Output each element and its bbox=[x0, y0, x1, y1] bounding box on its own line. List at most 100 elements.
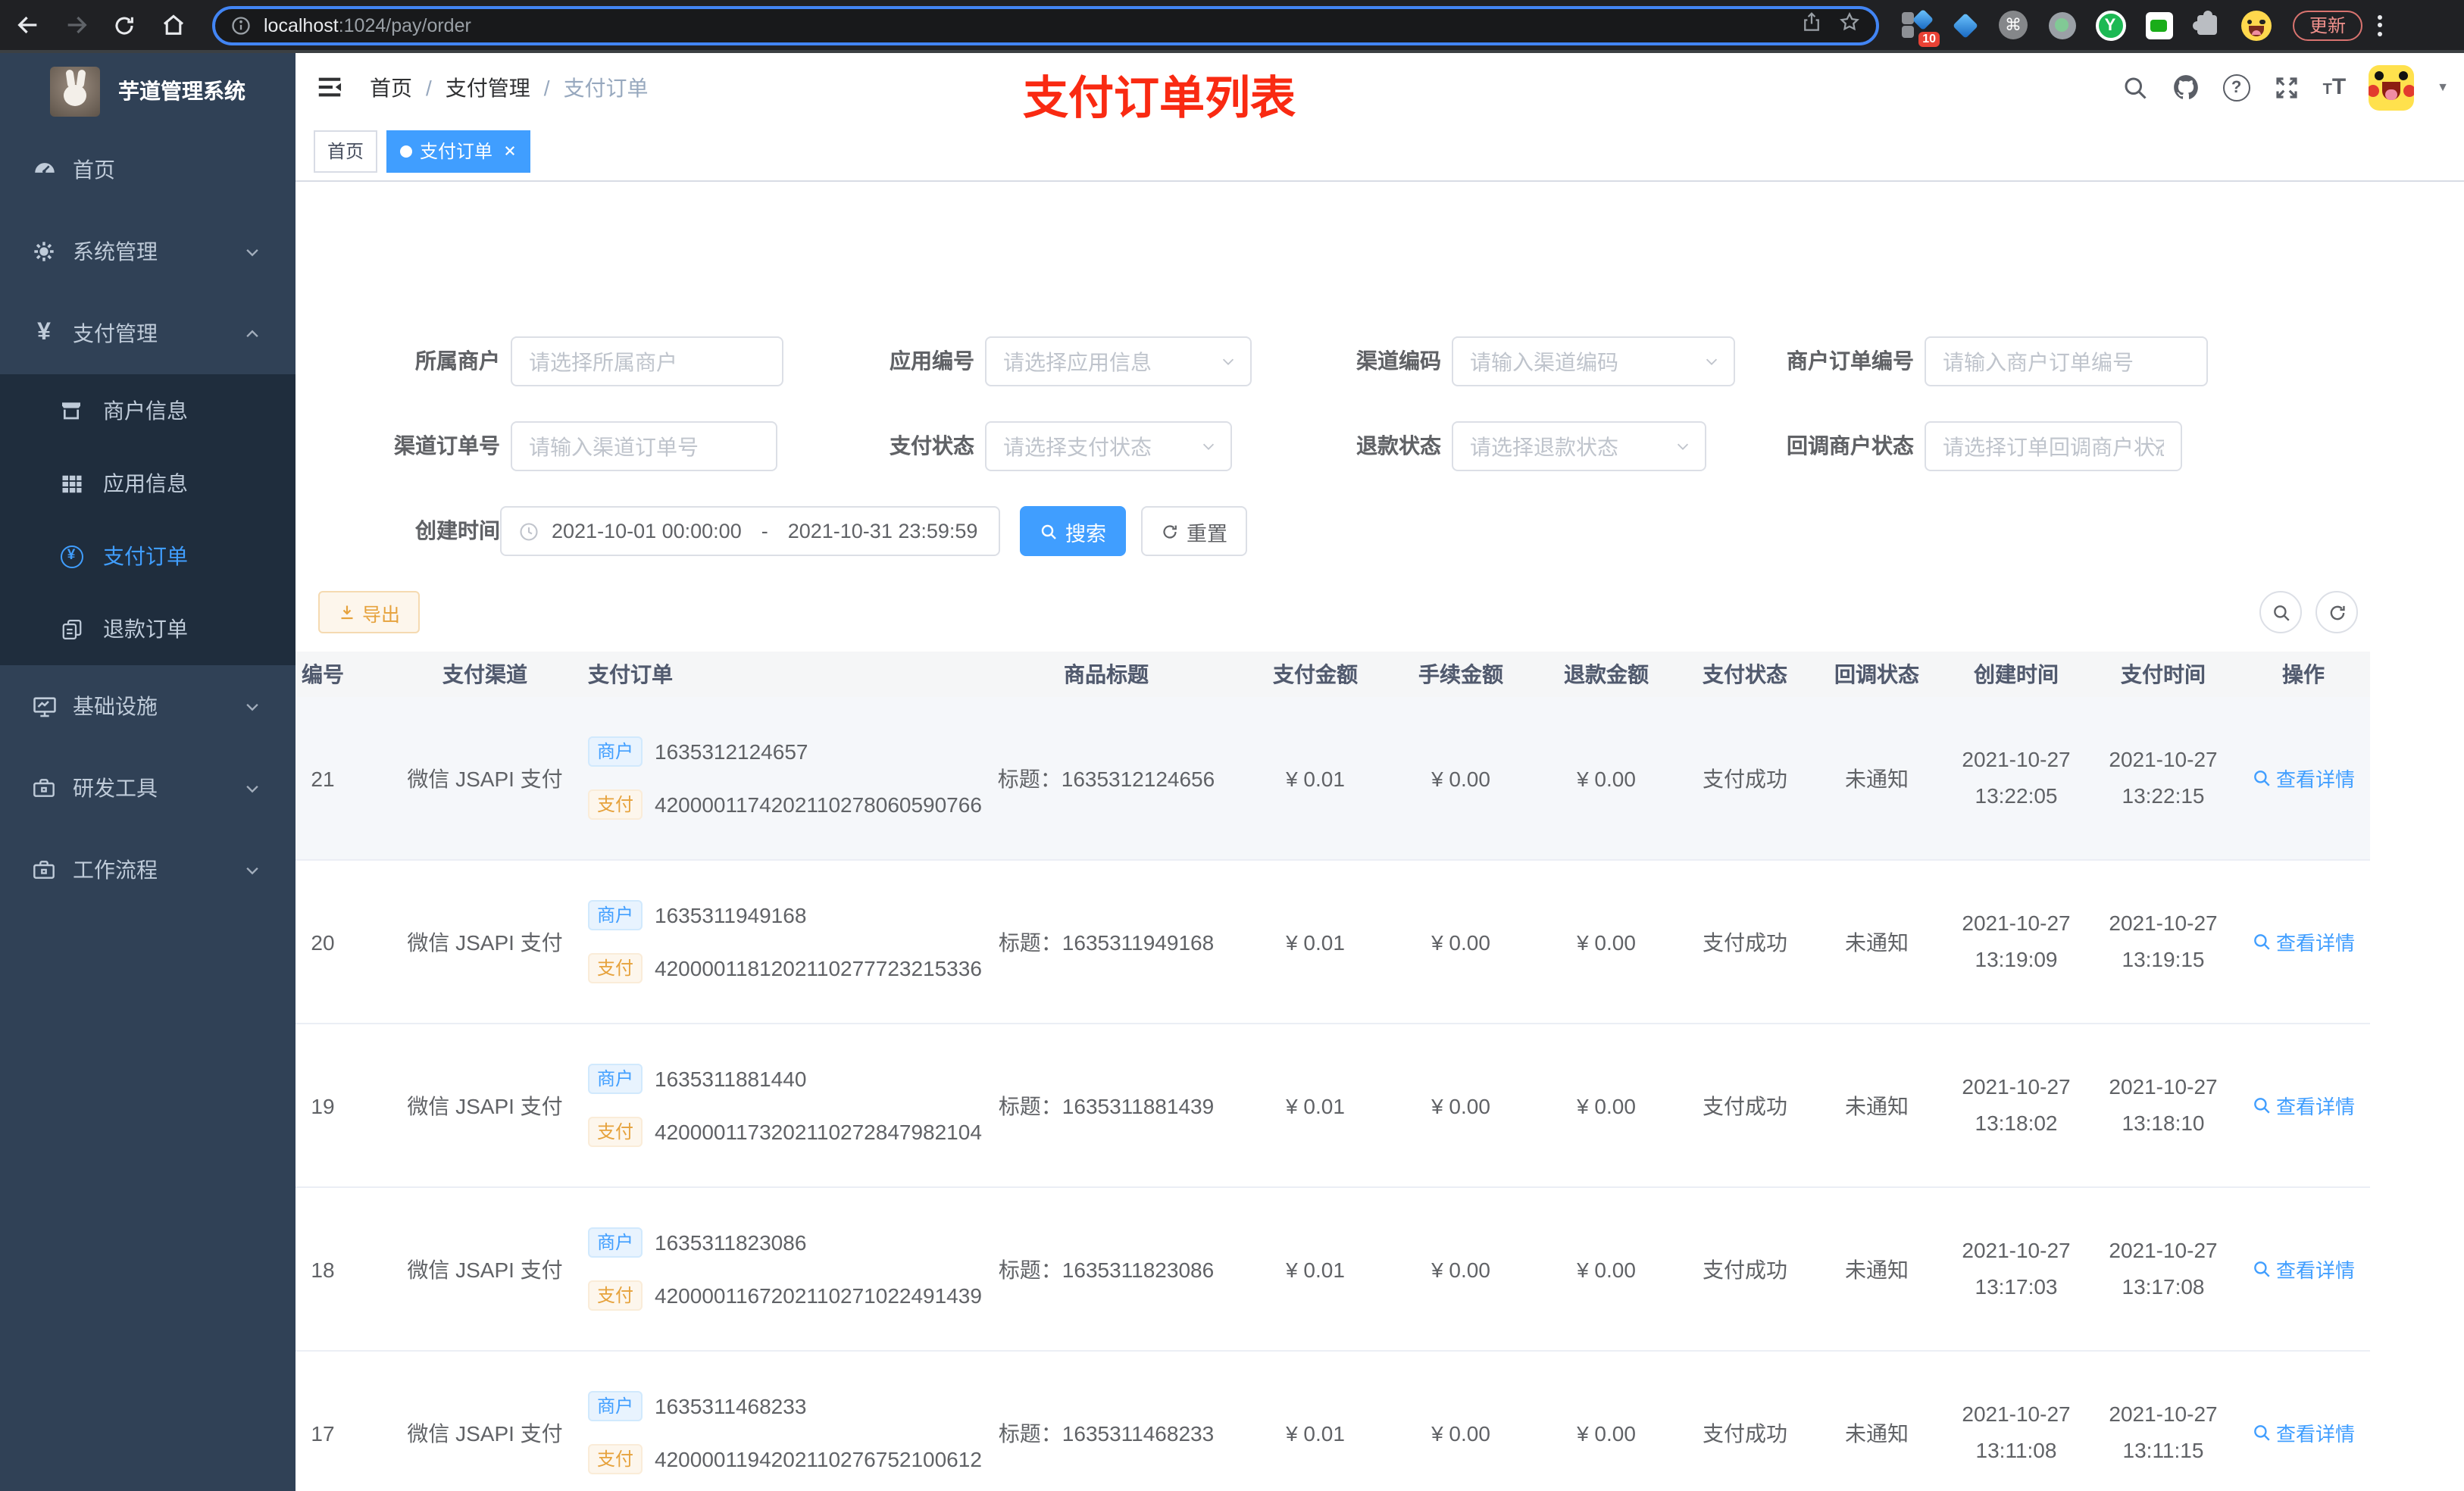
filter-label-refund-status: 退款状态 bbox=[1356, 433, 1441, 458]
extension-dot-icon[interactable] bbox=[2046, 9, 2078, 41]
pay-status-select[interactable]: 请选择支付状态 bbox=[985, 421, 1232, 471]
refresh-table-button[interactable] bbox=[2315, 591, 2358, 633]
tab-home[interactable]: 首页 bbox=[314, 130, 378, 172]
sidebar-item-merchant-info[interactable]: 商户信息 bbox=[0, 374, 295, 447]
merchant-input[interactable]: 请选择所属商户 bbox=[511, 336, 783, 386]
view-detail-link[interactable]: 查看详情 bbox=[2252, 764, 2355, 792]
user-avatar[interactable] bbox=[2369, 64, 2415, 110]
filter-label-app: 应用编号 bbox=[890, 349, 974, 373]
breadcrumb-payment[interactable]: 支付管理 bbox=[446, 72, 530, 102]
channel-order-no-input[interactable]: 请输入渠道订单号 bbox=[511, 421, 777, 471]
extension-y-icon[interactable]: Y bbox=[2094, 9, 2126, 41]
share-icon[interactable] bbox=[1800, 10, 1823, 40]
cell-order-no: 商户 1635311823086 支付 4200001167202110271022… bbox=[576, 1188, 982, 1350]
storefront-icon bbox=[58, 399, 85, 423]
app-grid-icon bbox=[58, 472, 85, 495]
filter-label-create-time: 创建时间 bbox=[415, 518, 500, 542]
filter-label-merchant: 所属商户 bbox=[415, 349, 500, 373]
sidebar-item-refund-order[interactable]: 退款订单 bbox=[0, 592, 295, 665]
sidebar-item-app-info[interactable]: 应用信息 bbox=[0, 447, 295, 520]
cell-paid-time: 2021-10-27 13:11:15 bbox=[2109, 1402, 2218, 1462]
cell-title: 标题：1635311823086 bbox=[998, 1257, 1215, 1281]
view-detail-link[interactable]: 查看详情 bbox=[2252, 927, 2355, 956]
tab-pay-order[interactable]: 支付订单 bbox=[386, 130, 531, 172]
gear-icon bbox=[30, 239, 58, 264]
browser-home-button[interactable] bbox=[152, 4, 194, 46]
github-icon[interactable] bbox=[2172, 73, 2200, 102]
toggle-search-button[interactable] bbox=[2259, 591, 2302, 633]
chevron-down-icon bbox=[244, 243, 261, 260]
sidebar-item-dev-tools[interactable]: 研发工具 bbox=[0, 747, 295, 829]
extension-command-icon[interactable]: ⌘ bbox=[1997, 9, 2029, 41]
breadcrumb-home[interactable]: 首页 bbox=[370, 72, 412, 102]
cell-pay-status: 支付成功 bbox=[1703, 930, 1787, 954]
cell-amount: ¥ 0.01 bbox=[1286, 1257, 1345, 1281]
sidebar-item-workflow[interactable]: 工作流程 bbox=[0, 829, 295, 911]
merchant-order-no-input[interactable]: 请输入商户订单编号 bbox=[1925, 336, 2208, 386]
filter-label-merchant-order-no: 商户订单编号 bbox=[1787, 349, 1914, 373]
help-icon[interactable]: ? bbox=[2222, 73, 2250, 101]
chevron-down-icon bbox=[244, 861, 261, 878]
browser-update-button[interactable]: 更新 bbox=[2293, 10, 2363, 40]
sidebar-item-system[interactable]: 系统管理 bbox=[0, 211, 295, 292]
cell-channel: 微信 JSAPI 支付 bbox=[407, 1093, 563, 1117]
extension-chat-icon[interactable] bbox=[2143, 9, 2175, 41]
page-content: 所属商户 请选择所属商户 应用编号 请选择应用信息 渠道编码 请输入渠道编码 商… bbox=[295, 182, 2464, 1491]
cell-created-time: 2021-10-27 13:18:02 bbox=[1962, 1074, 2071, 1135]
extension-kite-icon[interactable] bbox=[1949, 9, 1981, 41]
site-info-icon[interactable] bbox=[230, 14, 252, 36]
sidebar-item-payment[interactable]: ¥ 支付管理 bbox=[0, 292, 295, 374]
merchant-tag: 商户 bbox=[588, 900, 643, 930]
export-button[interactable]: 导出 bbox=[318, 591, 420, 633]
annotation-title: 支付订单列表 bbox=[1023, 74, 1296, 124]
user-menu-caret-icon[interactable]: ▼ bbox=[2437, 80, 2449, 94]
address-bar[interactable]: localhost:1024/pay/order bbox=[212, 5, 1879, 45]
sidebar-item-infrastructure[interactable]: 基础设施 bbox=[0, 665, 295, 747]
channel-code-select[interactable]: 请输入渠道编码 bbox=[1452, 336, 1735, 386]
refund-status-select[interactable]: 请选择退款状态 bbox=[1452, 421, 1706, 471]
fullscreen-icon[interactable] bbox=[2273, 73, 2300, 101]
view-detail-link[interactable]: 查看详情 bbox=[2252, 1255, 2355, 1283]
table-row[interactable]: 20 微信 JSAPI 支付 商户 1635311949168 支付 4200001… bbox=[295, 861, 2370, 1024]
table-row[interactable]: 21 微信 JSAPI 支付 商户 1635312124657 支付 4200001… bbox=[295, 697, 2370, 861]
browser-forward-button[interactable] bbox=[55, 4, 97, 46]
cell-pay-status: 支付成功 bbox=[1703, 1257, 1787, 1281]
cell-created-time: 2021-10-27 13:17:03 bbox=[1962, 1238, 2071, 1299]
cell-actions: 查看详情 bbox=[2237, 861, 2370, 1023]
app-select[interactable]: 请选择应用信息 bbox=[985, 336, 1252, 386]
browser-reload-button[interactable] bbox=[103, 4, 145, 46]
search-button[interactable]: 搜索 bbox=[1020, 506, 1126, 556]
browser-menu-icon[interactable] bbox=[2378, 14, 2383, 36]
view-detail-link[interactable]: 查看详情 bbox=[2252, 1418, 2355, 1447]
table-row[interactable]: 17 微信 JSAPI 支付 商户 1635311468233 支付 4200001… bbox=[295, 1352, 2370, 1491]
notify-status-select[interactable]: 请选择订单回调商户状态 bbox=[1925, 421, 2182, 471]
browser-back-button[interactable] bbox=[6, 4, 48, 46]
cell-notify-status: 未通知 bbox=[1845, 1257, 1909, 1281]
bookmark-star-icon[interactable] bbox=[1838, 10, 1861, 40]
clock-icon bbox=[518, 520, 539, 542]
extensions-puzzle-icon[interactable] bbox=[2191, 9, 2223, 41]
cell-fee: ¥ 0.00 bbox=[1431, 1093, 1490, 1117]
search-icon[interactable] bbox=[2122, 73, 2149, 101]
cell-actions: 查看详情 bbox=[2237, 1352, 2370, 1491]
create-time-range-input[interactable]: 2021-10-01 00:00:00 - 2021-10-31 23:59:5… bbox=[500, 506, 1000, 556]
font-size-icon[interactable]: TT bbox=[2323, 74, 2347, 100]
cell-notify-status: 未通知 bbox=[1845, 766, 1909, 790]
chevron-down-icon bbox=[244, 780, 261, 796]
briefcase-icon bbox=[30, 776, 58, 800]
cell-order-no: 商户 1635312124657 支付 4200001174202110278060… bbox=[576, 697, 982, 859]
view-detail-link[interactable]: 查看详情 bbox=[2252, 1091, 2355, 1120]
table-row[interactable]: 18 微信 JSAPI 支付 商户 1635311823086 支付 4200001… bbox=[295, 1188, 2370, 1352]
logo-avatar bbox=[50, 66, 100, 116]
screen: localhost:1024/pay/order 10 ⌘ Y 更新 芋道管理系… bbox=[0, 0, 2464, 1491]
close-icon[interactable] bbox=[503, 144, 517, 158]
table-row[interactable]: 19 微信 JSAPI 支付 商户 1635311881440 支付 4200001… bbox=[295, 1024, 2370, 1188]
extension-grid-icon[interactable]: 10 bbox=[1900, 8, 1940, 47]
profile-emoji-icon[interactable] bbox=[2240, 9, 2272, 41]
sidebar-item-pay-order[interactable]: ¥ 支付订单 bbox=[0, 520, 295, 592]
cell-actions: 查看详情 bbox=[2237, 1188, 2370, 1350]
sidebar-item-home[interactable]: 首页 bbox=[0, 129, 295, 211]
sidebar-fold-icon[interactable] bbox=[315, 73, 344, 102]
logo[interactable]: 芋道管理系统 bbox=[0, 53, 295, 129]
reset-button[interactable]: 重置 bbox=[1141, 506, 1247, 556]
